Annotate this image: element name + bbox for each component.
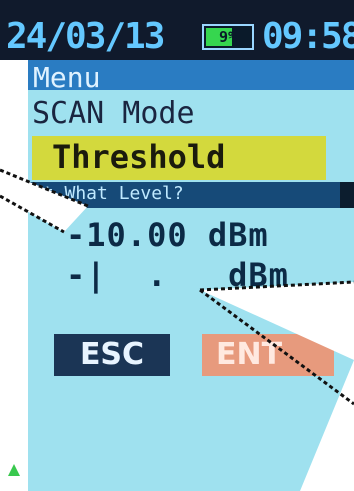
level-prompt: At What Level? xyxy=(32,183,184,204)
battery-percent: 9% xyxy=(218,28,238,46)
status-bar: 24/03/13 9% 09:58 xyxy=(0,0,354,60)
device-screen: 24/03/13 9% 09:58 Menu SCAN Mode Thresho… xyxy=(0,0,354,491)
status-time: 09:58 xyxy=(262,16,354,57)
status-date: 24/03/13 xyxy=(6,16,165,57)
left-margin xyxy=(0,60,28,491)
threshold-item[interactable]: Threshold xyxy=(52,138,225,176)
current-level-value: -10.00 dBm xyxy=(66,216,269,254)
level-input-field[interactable]: -| . dBm xyxy=(66,256,289,294)
battery-icon: 9% xyxy=(202,24,254,50)
esc-button[interactable]: ESC xyxy=(54,334,170,376)
up-arrow-icon xyxy=(8,464,20,476)
prompt-band-edge xyxy=(340,182,354,208)
scan-mode-label: SCAN Mode xyxy=(32,96,195,131)
enter-button[interactable]: ENT xyxy=(202,334,334,376)
